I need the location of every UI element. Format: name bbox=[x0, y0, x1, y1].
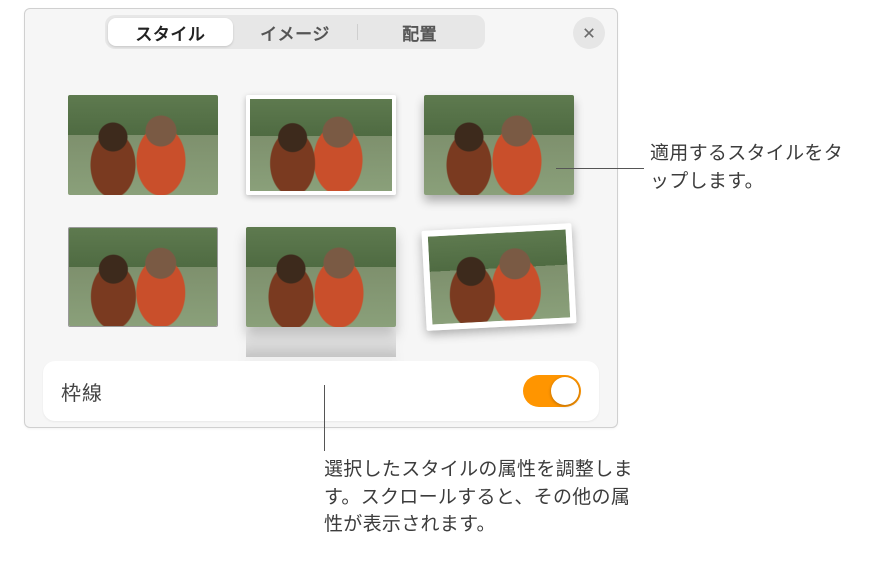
style-thumb-plain[interactable] bbox=[68, 95, 218, 195]
callout-leader-line bbox=[556, 168, 644, 169]
photo-preview bbox=[250, 99, 392, 191]
tab-image[interactable]: イメージ bbox=[233, 18, 358, 46]
close-button[interactable] bbox=[573, 17, 605, 49]
style-thumb-reflection[interactable] bbox=[246, 227, 396, 327]
tab-style[interactable]: スタイル bbox=[108, 18, 233, 46]
photo-preview bbox=[428, 229, 570, 324]
style-thumb-polaroid-tilt[interactable] bbox=[424, 227, 574, 327]
border-toggle[interactable] bbox=[523, 375, 581, 407]
tab-label: スタイル bbox=[135, 20, 205, 45]
tab-arrange[interactable]: 配置 bbox=[357, 18, 482, 46]
tabs-segmented-control: スタイル イメージ 配置 bbox=[105, 15, 485, 49]
border-label: 枠線 bbox=[61, 377, 103, 406]
close-icon bbox=[582, 26, 596, 40]
toggle-knob bbox=[551, 377, 579, 405]
callout-style-tap: 適用するスタイルをタップします。 bbox=[650, 140, 850, 195]
photo-preview bbox=[424, 95, 574, 195]
callout-leader-line bbox=[324, 385, 325, 451]
photo-preview bbox=[69, 228, 217, 326]
reflection-effect bbox=[246, 327, 396, 357]
callout-attributes: 選択したスタイルの属性を調整します。スクロールすると、その他の属性が表示されます… bbox=[324, 456, 644, 539]
photo-preview bbox=[246, 227, 396, 327]
tab-bar: スタイル イメージ 配置 bbox=[25, 9, 617, 55]
photo-preview bbox=[68, 95, 218, 195]
border-row: 枠線 bbox=[43, 361, 599, 421]
tab-label: 配置 bbox=[402, 20, 437, 45]
tab-label: イメージ bbox=[260, 20, 330, 45]
style-thumb-drop-shadow[interactable] bbox=[424, 95, 574, 195]
format-panel: スタイル イメージ 配置 bbox=[24, 8, 618, 428]
style-thumbnails-grid bbox=[25, 55, 617, 347]
style-thumb-white-border[interactable] bbox=[246, 95, 396, 195]
style-thumb-thin-line[interactable] bbox=[68, 227, 218, 327]
